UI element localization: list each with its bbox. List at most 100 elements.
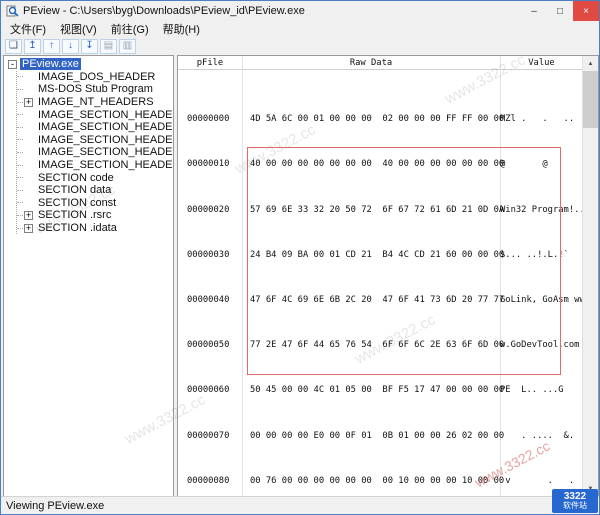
tree-item[interactable]: IMAGE_DOS_HEADER [17,71,173,84]
tree-expand-icon[interactable] [24,186,33,195]
tree-expand-icon[interactable] [24,72,33,81]
hex-ascii: Win32 Program!.. [500,205,583,216]
hex-ascii: v . . [500,476,583,487]
tree-item-label[interactable]: SECTION code [36,172,116,184]
toolbar-button-icon: ↧ [85,41,93,51]
hex-row: 00000040 47 6F 4C 69 6E 6B 2C 20 47 6F 4… [178,295,583,306]
tree-item-label[interactable]: IMAGE_NT_HEADERS [36,96,156,108]
tree-item-label[interactable]: IMAGE_SECTION_HEADER code [36,109,174,121]
tree-item[interactable]: SECTION const [17,197,173,210]
scroll-thumb[interactable] [583,71,598,128]
tree-item-label[interactable]: SECTION const [36,197,118,209]
tree-item-label[interactable]: MS-DOS Stub Program [36,83,155,95]
title-bar[interactable]: PEview - C:\Users\byg\Downloads\PEview_i… [1,1,599,21]
tree-item[interactable]: IMAGE_SECTION_HEADER .idata [17,159,173,172]
tree-item-label[interactable]: IMAGE_SECTION_HEADER const [36,134,174,146]
menu-go[interactable]: 前往(G) [104,20,156,38]
tree-expand-icon[interactable] [24,148,33,157]
hex-row: 00000070 00 00 00 00 E0 00 0F 01 0B 01 0… [178,431,583,442]
hex-row: 00000000 4D 5A 6C 00 01 00 00 00 02 00 0… [178,114,583,125]
tree-item[interactable]: SECTION data [17,184,173,197]
hex-ascii: @ @ [500,159,583,170]
hex-panel: pFile Raw Data Value 00000000 4D 5A 6C 0… [177,55,599,497]
tree-expand-icon[interactable] [24,85,33,94]
tree-expand-icon[interactable]: + [24,98,33,107]
nav-bottom-button[interactable]: ↧ [81,39,98,54]
menu-help[interactable]: 帮助(H) [156,20,207,38]
hex-row: 00000010 40 00 00 00 00 00 00 00 40 00 0… [178,159,583,170]
tree-expand-icon[interactable] [24,161,33,170]
hex-header: pFile Raw Data Value [178,56,583,70]
hex-ascii: w.GoDevTool.com [500,340,583,351]
tree-item[interactable]: IMAGE_SECTION_HEADER code [17,108,173,121]
tree-expand-icon[interactable]: + [24,211,33,220]
tree-item-label[interactable]: SECTION .idata [36,222,119,234]
view-split-button[interactable]: ▥ [119,39,136,54]
tree-expand-icon[interactable] [24,110,33,119]
tree-expand-icon[interactable] [24,135,33,144]
tree-item[interactable]: + IMAGE_NT_HEADERS [17,96,173,109]
tree-item[interactable]: + SECTION .rsrc [17,209,173,222]
hex-ascii: $... ..!.L.!` [500,250,583,261]
hex-ascii: MZl . . .. [500,114,583,125]
hex-bytes: 00 00 00 00 E0 00 0F 01 0B 01 00 00 26 0… [242,431,500,442]
close-button[interactable]: × [573,1,599,21]
vertical-scrollbar[interactable]: ▲ ▼ [582,56,598,496]
tree-item[interactable]: IMAGE_SECTION_HEADER data [17,121,173,134]
copy-button[interactable]: ❏ [5,39,22,54]
tree-item-label[interactable]: IMAGE_SECTION_HEADER .idata [36,159,174,171]
tree-item-label[interactable]: IMAGE_SECTION_HEADER .rsrc [36,146,174,158]
tree-item[interactable]: + SECTION .idata [17,222,173,235]
hex-bytes: 57 69 6E 33 32 20 50 72 6F 67 72 61 6D 2… [242,205,500,216]
hex-bytes: 77 2E 47 6F 44 65 76 54 6F 6F 6C 2E 63 6… [242,340,500,351]
tree-item[interactable]: IMAGE_SECTION_HEADER const [17,134,173,147]
menu-file[interactable]: 文件(F) [3,20,53,38]
tree-collapse-icon[interactable]: - [8,60,17,69]
toolbar: ❏ ↥ ↑ ↓ ↧ ▤ ▥ [1,37,599,56]
nav-top-button[interactable]: ↥ [24,39,41,54]
status-text: Viewing PEview.exe [6,500,104,512]
tree-item[interactable]: MS-DOS Stub Program [17,83,173,96]
menu-view[interactable]: 视图(V) [53,20,104,38]
maximize-button[interactable]: □ [547,1,573,21]
hex-row: 00000050 77 2E 47 6F 44 65 76 54 6F 6F 6… [178,340,583,351]
hex-bytes: 40 00 00 00 00 00 00 00 40 00 00 00 00 0… [242,159,500,170]
tree-item[interactable]: SECTION code [17,171,173,184]
site-badge: 3322 软件站 [552,489,598,513]
tree-expand-icon[interactable]: + [24,224,33,233]
scroll-up-button[interactable]: ▲ [583,56,598,71]
tree-expand-icon[interactable] [24,123,33,132]
tree-root[interactable]: - PEview.exe [8,58,173,71]
hex-offset: 00000030 [178,250,242,261]
menu-bar: 文件(F) 视图(V) 前往(G) 帮助(H) [1,21,599,37]
tree-item[interactable]: IMAGE_SECTION_HEADER .rsrc [17,146,173,159]
hex-offset: 00000050 [178,340,242,351]
nav-next-button[interactable]: ↓ [62,39,79,54]
column-header-rawdata: Raw Data [242,58,500,68]
hex-row: 00000060 50 45 00 00 4C 01 05 00 BF F5 1… [178,385,583,396]
window-title: PEview - C:\Users\byg\Downloads\PEview_i… [23,5,521,17]
tree-item-label[interactable]: IMAGE_SECTION_HEADER data [36,121,174,133]
tree-item-label[interactable]: IMAGE_DOS_HEADER [36,71,157,83]
hex-offset: 00000060 [178,385,242,396]
tree-expand-icon[interactable] [24,198,33,207]
tree-children: IMAGE_DOS_HEADER MS-DOS Stub Program + I… [16,71,173,235]
tree-root-label[interactable]: PEview.exe [20,58,81,70]
nav-prev-button[interactable]: ↑ [43,39,60,54]
column-header-pfile: pFile [178,58,242,68]
tree-item-label[interactable]: SECTION data [36,184,113,196]
minimize-button[interactable]: – [521,1,547,21]
hex-row: 00000030 24 B4 09 BA 00 01 CD 21 B4 4C C… [178,250,583,261]
toolbar-button-icon: ❏ [9,41,18,51]
hex-offset: 00000000 [178,114,242,125]
hex-bytes: 50 45 00 00 4C 01 05 00 BF F5 17 47 00 0… [242,385,500,396]
hex-offset: 00000080 [178,476,242,487]
toolbar-button-icon: ▥ [123,41,132,51]
hex-ascii: GoLink, GoAsm ww [500,295,583,306]
tree-expand-icon[interactable] [24,173,33,182]
peview-window: PEview - C:\Users\byg\Downloads\PEview_i… [0,0,600,515]
view-pane-button[interactable]: ▤ [100,39,117,54]
caption-buttons: – □ × [521,1,599,21]
tree-item-label[interactable]: SECTION .rsrc [36,209,113,221]
hex-row: 00000080 00 76 00 00 00 00 00 00 00 10 0… [178,476,583,487]
